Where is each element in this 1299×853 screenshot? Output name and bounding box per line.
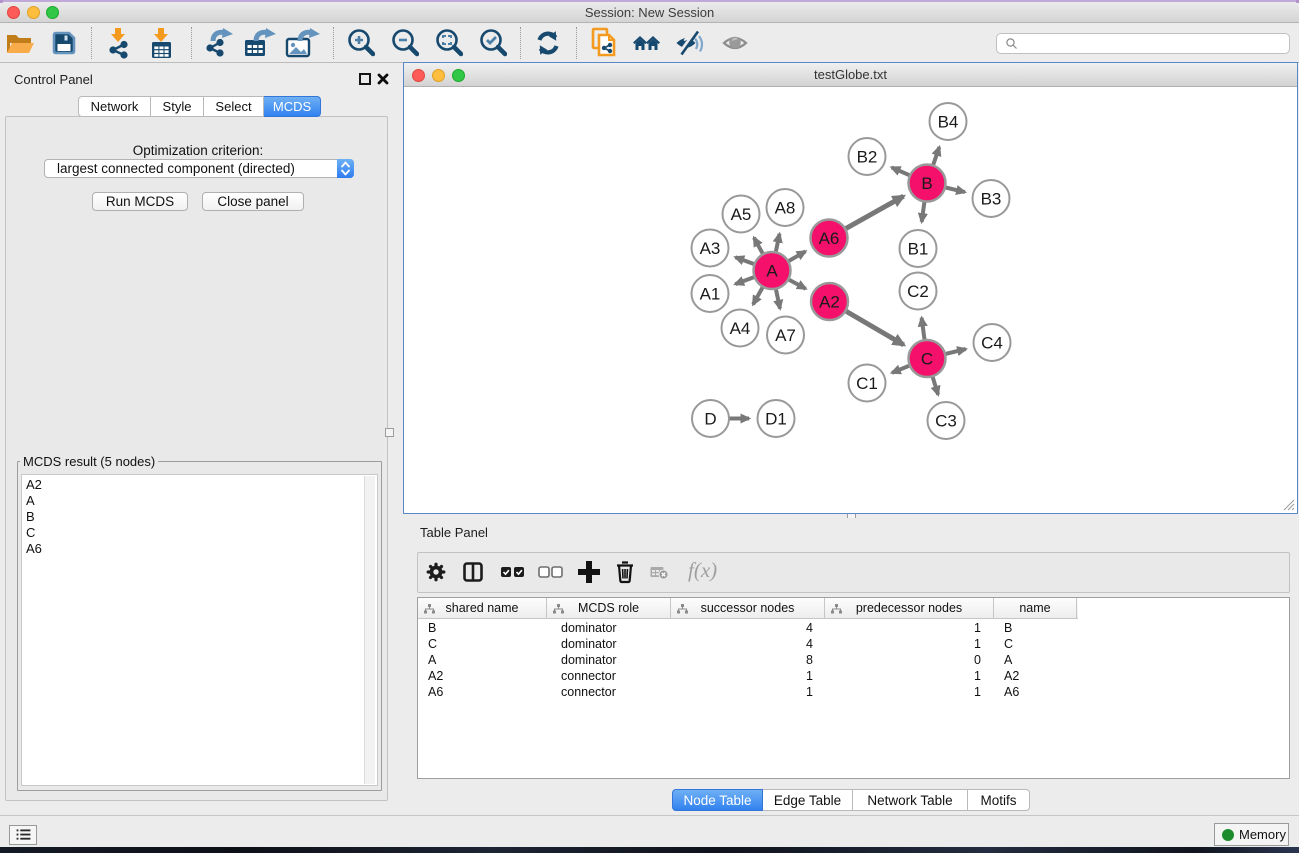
- svg-text:B2: B2: [857, 148, 878, 167]
- svg-text:C1: C1: [856, 374, 878, 393]
- svg-text:A4: A4: [730, 319, 751, 338]
- svg-text:A8: A8: [775, 199, 796, 218]
- svg-text:B1: B1: [908, 240, 929, 259]
- svg-text:B3: B3: [981, 190, 1002, 209]
- svg-text:D1: D1: [765, 410, 787, 429]
- svg-text:A6: A6: [819, 229, 840, 248]
- svg-text:C2: C2: [907, 282, 929, 301]
- svg-text:A2: A2: [819, 293, 840, 312]
- svg-text:A1: A1: [700, 285, 721, 304]
- svg-text:A3: A3: [700, 239, 721, 258]
- svg-text:C3: C3: [935, 412, 957, 431]
- svg-text:A5: A5: [731, 205, 752, 224]
- svg-text:A: A: [766, 262, 778, 281]
- svg-text:C4: C4: [981, 334, 1003, 353]
- svg-text:C: C: [921, 350, 933, 369]
- svg-text:D: D: [704, 410, 716, 429]
- svg-text:A7: A7: [775, 326, 796, 345]
- svg-text:B4: B4: [938, 113, 959, 132]
- svg-text:B: B: [921, 174, 932, 193]
